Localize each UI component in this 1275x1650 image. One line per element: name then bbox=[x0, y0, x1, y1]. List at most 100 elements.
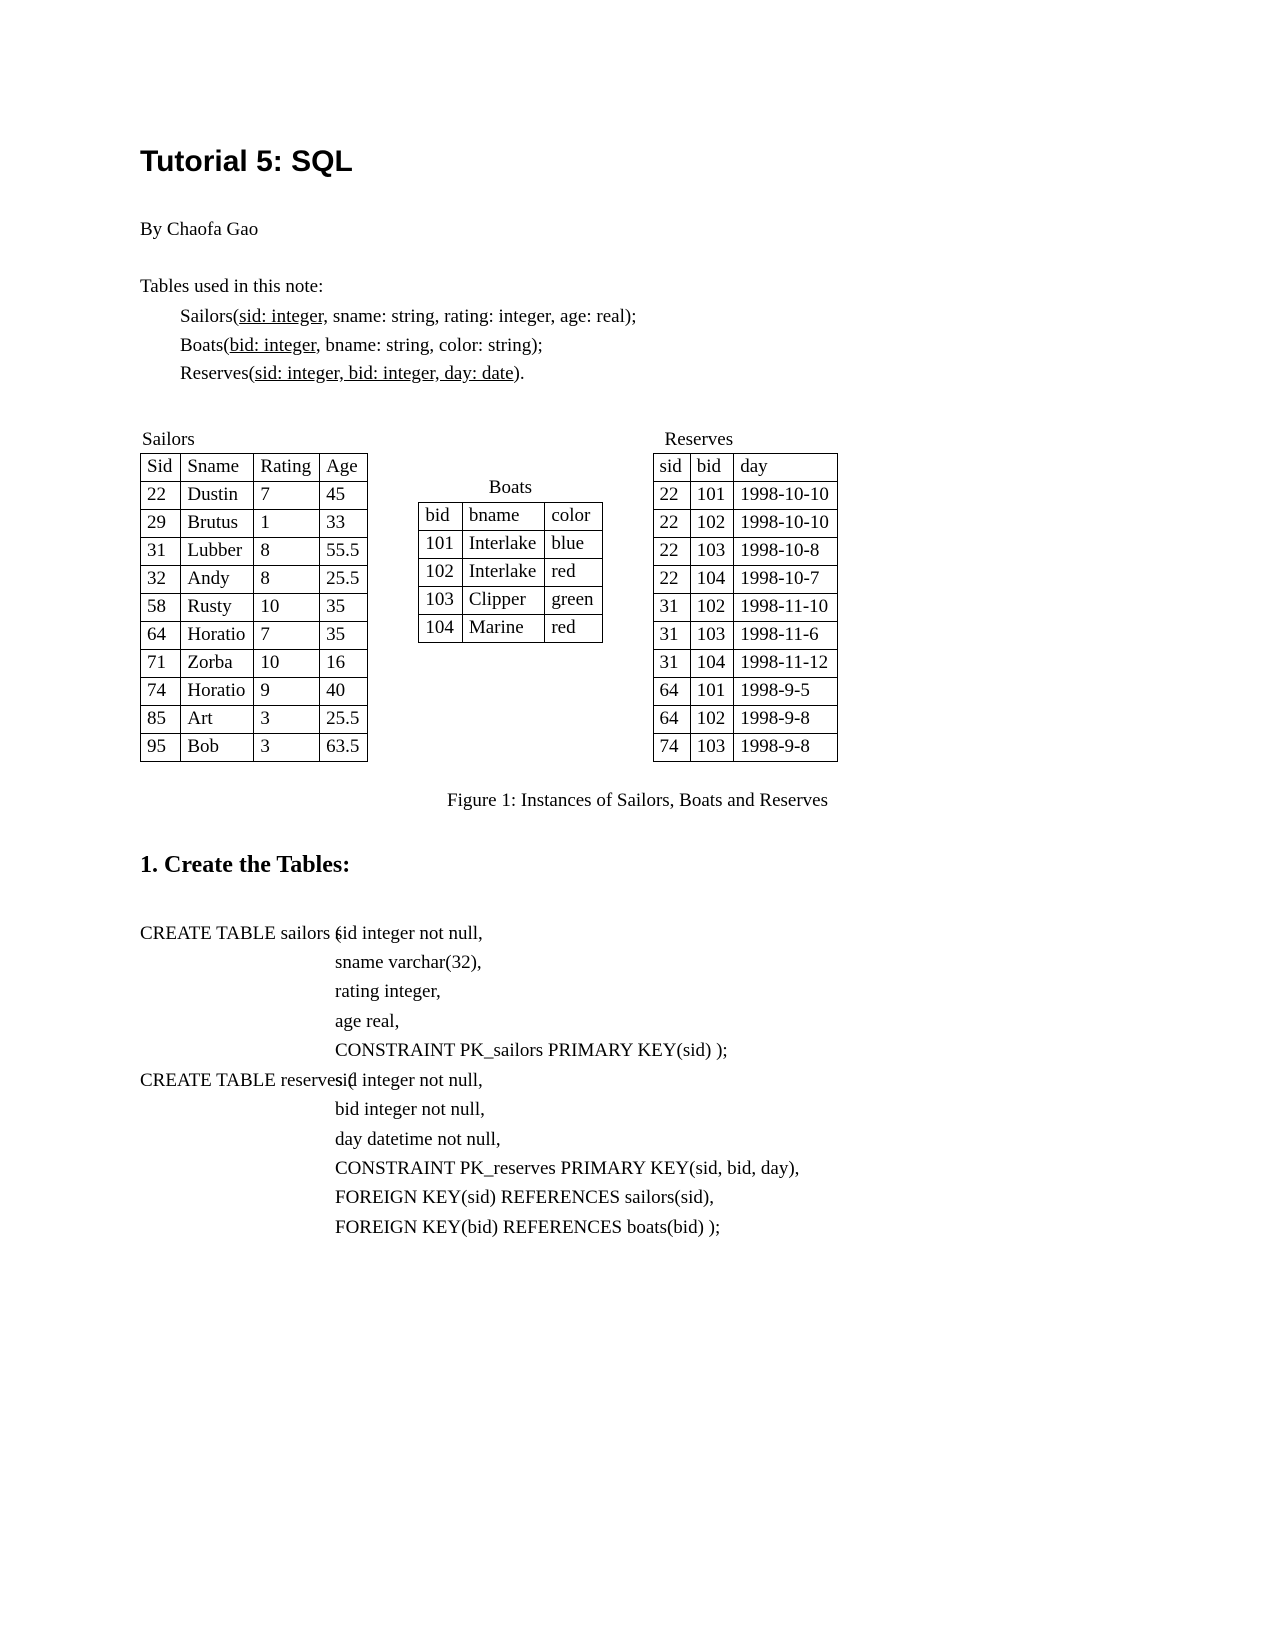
schema-boats-key: bid: integer, bbox=[230, 335, 321, 356]
sailors-cell: 3 bbox=[254, 733, 320, 761]
intro-line: Tables used in this note: bbox=[140, 276, 1135, 298]
boats-cell: Clipper bbox=[462, 586, 545, 614]
sql-reserves-right: sid integer not null, bid integer not nu… bbox=[335, 1066, 1135, 1243]
reserves-cell: 64 bbox=[653, 677, 690, 705]
schema-sailors-key: sid: integer, bbox=[239, 306, 328, 327]
sailors-cell: 35 bbox=[320, 593, 368, 621]
reserves-cell: 64 bbox=[653, 705, 690, 733]
schema-block: Sailors(sid: integer, sname: string, rat… bbox=[180, 303, 1135, 389]
schema-reserves-post: ). bbox=[514, 363, 525, 384]
sailors-cell: Lubber bbox=[181, 537, 254, 565]
reserves-header-cell: bid bbox=[690, 453, 734, 481]
schema-sailors: Sailors(sid: integer, sname: string, rat… bbox=[180, 303, 1135, 332]
sailors-cell: 8 bbox=[254, 565, 320, 593]
boats-cell: Interlake bbox=[462, 558, 545, 586]
boats-cell: 102 bbox=[419, 558, 463, 586]
reserves-cell: 31 bbox=[653, 593, 690, 621]
sailors-cell: 55.5 bbox=[320, 537, 368, 565]
schema-reserves-pre: Reserves( bbox=[180, 363, 255, 384]
reserves-header-cell: sid bbox=[653, 453, 690, 481]
table-row: 58Rusty1035 bbox=[141, 593, 368, 621]
sailors-cell: 64 bbox=[141, 621, 181, 649]
table-row: 103Clippergreen bbox=[419, 586, 602, 614]
reserves-cell: 101 bbox=[690, 677, 734, 705]
sql-block: CREATE TABLE sailors ( sid integer not n… bbox=[140, 919, 1135, 1243]
boats-cell: 101 bbox=[419, 530, 463, 558]
sailors-cell: Brutus bbox=[181, 509, 254, 537]
boats-header-cell: bid bbox=[419, 502, 463, 530]
schema-boats-pre: Boats( bbox=[180, 335, 230, 356]
reserves-cell: 102 bbox=[690, 509, 734, 537]
reserves-cell: 1998-11-10 bbox=[734, 593, 838, 621]
reserves-cell: 103 bbox=[690, 537, 734, 565]
sailors-cell: 10 bbox=[254, 593, 320, 621]
sailors-header-cell: Sname bbox=[181, 453, 254, 481]
table-row: 29Brutus133 bbox=[141, 509, 368, 537]
table-row: 22Dustin745 bbox=[141, 481, 368, 509]
boats-title: Boats bbox=[418, 477, 602, 499]
reserves-title: Reserves bbox=[665, 429, 838, 451]
sailors-block: Sailors SidSnameRatingAge22Dustin74529Br… bbox=[140, 429, 368, 762]
table-row: 221041998-10-7 bbox=[653, 565, 837, 593]
table-row: 95Bob363.5 bbox=[141, 733, 368, 761]
boats-cell: blue bbox=[545, 530, 602, 558]
reserves-cell: 103 bbox=[690, 621, 734, 649]
reserves-cell: 1998-10-7 bbox=[734, 565, 838, 593]
table-row: 311041998-11-12 bbox=[653, 649, 837, 677]
boats-header-cell: bname bbox=[462, 502, 545, 530]
reserves-cell: 103 bbox=[690, 733, 734, 761]
table-row: 641021998-9-8 bbox=[653, 705, 837, 733]
sailors-cell: 85 bbox=[141, 705, 181, 733]
sailors-cell: 22 bbox=[141, 481, 181, 509]
boats-cell: 104 bbox=[419, 614, 463, 642]
table-row: 71Zorba1016 bbox=[141, 649, 368, 677]
sailors-cell: 8 bbox=[254, 537, 320, 565]
sailors-cell: 95 bbox=[141, 733, 181, 761]
reserves-block: Reserves sidbidday221011998-10-102210219… bbox=[653, 429, 838, 762]
reserves-cell: 1998-10-10 bbox=[734, 481, 838, 509]
sailors-header-cell: Rating bbox=[254, 453, 320, 481]
table-row: 221021998-10-10 bbox=[653, 509, 837, 537]
reserves-cell: 31 bbox=[653, 649, 690, 677]
sailors-header-cell: Sid bbox=[141, 453, 181, 481]
sailors-cell: Art bbox=[181, 705, 254, 733]
table-row: 741031998-9-8 bbox=[653, 733, 837, 761]
sailors-cell: 32 bbox=[141, 565, 181, 593]
sql-sailors-left: CREATE TABLE sailors ( bbox=[140, 919, 335, 1066]
sailors-title: Sailors bbox=[142, 429, 368, 451]
table-row: 32Andy825.5 bbox=[141, 565, 368, 593]
reserves-cell: 102 bbox=[690, 705, 734, 733]
sailors-cell: 45 bbox=[320, 481, 368, 509]
sailors-cell: Zorba bbox=[181, 649, 254, 677]
reserves-cell: 22 bbox=[653, 481, 690, 509]
sailors-cell: 58 bbox=[141, 593, 181, 621]
reserves-cell: 1998-10-10 bbox=[734, 509, 838, 537]
table-row: 641011998-9-5 bbox=[653, 677, 837, 705]
sailors-cell: 10 bbox=[254, 649, 320, 677]
sailors-cell: 9 bbox=[254, 677, 320, 705]
sailors-cell: 1 bbox=[254, 509, 320, 537]
reserves-cell: 1998-9-8 bbox=[734, 705, 838, 733]
sailors-cell: 63.5 bbox=[320, 733, 368, 761]
boats-cell: Marine bbox=[462, 614, 545, 642]
sailors-header-cell: Age bbox=[320, 453, 368, 481]
reserves-cell: 101 bbox=[690, 481, 734, 509]
schema-reserves: Reserves(sid: integer, bid: integer, day… bbox=[180, 360, 1135, 389]
author-line: By Chaofa Gao bbox=[140, 219, 1135, 241]
reserves-cell: 1998-11-12 bbox=[734, 649, 838, 677]
sailors-cell: 35 bbox=[320, 621, 368, 649]
sailors-cell: Rusty bbox=[181, 593, 254, 621]
sailors-cell: 25.5 bbox=[320, 565, 368, 593]
table-row: 64Horatio735 bbox=[141, 621, 368, 649]
table-row: 102Interlakered bbox=[419, 558, 602, 586]
reserves-cell: 102 bbox=[690, 593, 734, 621]
reserves-cell: 1998-9-8 bbox=[734, 733, 838, 761]
sql-sailors-right: sid integer not null, sname varchar(32),… bbox=[335, 919, 1135, 1066]
table-row: 74Horatio940 bbox=[141, 677, 368, 705]
boats-block: Boats bidbnamecolor101Interlakeblue102In… bbox=[418, 477, 602, 643]
table-row: 85Art325.5 bbox=[141, 705, 368, 733]
sql-reserves-left: CREATE TABLE reserves ( bbox=[140, 1066, 335, 1243]
reserves-table: sidbidday221011998-10-10221021998-10-102… bbox=[653, 453, 838, 762]
boats-cell: Interlake bbox=[462, 530, 545, 558]
section-1-title: 1. Create the Tables: bbox=[140, 852, 1135, 879]
